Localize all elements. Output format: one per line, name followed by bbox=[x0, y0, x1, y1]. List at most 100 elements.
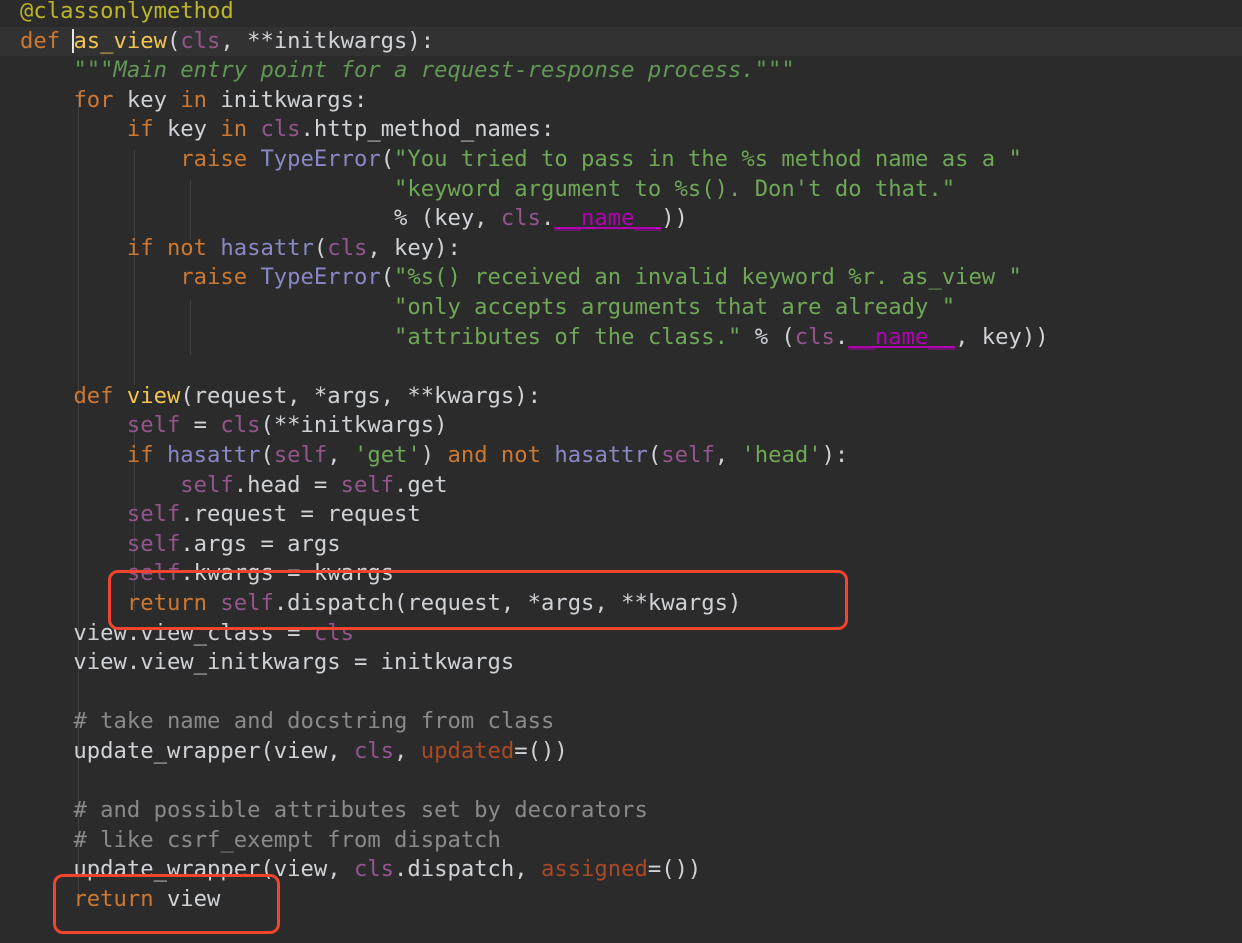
code-token: , key): bbox=[367, 234, 461, 261]
code-line: # take name and docstring from class bbox=[20, 707, 554, 737]
code-token: , bbox=[394, 738, 421, 764]
code-token: # and possible attributes set by decorat… bbox=[73, 797, 648, 824]
code-token: =()) bbox=[647, 856, 702, 883]
code-token: 'get' bbox=[353, 442, 421, 468]
code-token: and not bbox=[447, 442, 555, 468]
code-token: self bbox=[661, 442, 715, 468]
code-token: ( bbox=[313, 234, 328, 261]
annotation-box-return-view bbox=[53, 874, 280, 934]
code-line: update_wrapper(view, cls, updated=()) bbox=[20, 737, 568, 767]
code-token: raise bbox=[180, 264, 261, 291]
code-line: def view(request, *args, **kwargs): bbox=[20, 382, 541, 412]
code-token: __name__ bbox=[848, 323, 956, 350]
code-line: "only accepts arguments that are already… bbox=[20, 293, 955, 323]
code-token: if bbox=[126, 116, 167, 143]
code-line: """Main entry point for a request-respon… bbox=[20, 56, 794, 86]
code-token: def bbox=[20, 27, 74, 54]
code-token: "%s() received an invalid keyword %r. as… bbox=[394, 264, 1022, 291]
code-line: self = cls(**initkwargs) bbox=[20, 411, 448, 441]
code-token: .head = bbox=[233, 471, 341, 498]
code-token: self bbox=[273, 442, 328, 468]
code-line: if hasattr(self, 'get') and not hasattr(… bbox=[20, 441, 848, 471]
code-token: .get bbox=[394, 471, 448, 498]
code-token: cls bbox=[220, 412, 261, 439]
code-token: . bbox=[834, 323, 849, 350]
code-token: def bbox=[73, 382, 127, 409]
code-token: (request, *args, **kwargs): bbox=[180, 382, 541, 409]
code-token: "You tried to pass in the %s method name… bbox=[394, 146, 1022, 172]
code-token: "keyword argument to %s(). Don't do that… bbox=[394, 175, 956, 202]
code-token: =()) bbox=[514, 738, 568, 764]
code-line: # like csrf_exempt from dispatch bbox=[20, 826, 500, 856]
code-token: # take name and docstring from class bbox=[73, 708, 555, 735]
code-line: raise TypeError("%s() received an invali… bbox=[20, 263, 1022, 293]
code-token: __name__ bbox=[554, 205, 662, 232]
code-token: view.view_initkwargs = initkwargs bbox=[20, 649, 515, 676]
code-token: ( bbox=[260, 442, 274, 468]
code-token: cls bbox=[327, 234, 368, 261]
code-token: ): bbox=[821, 442, 849, 468]
code-line: view.view_initkwargs = initkwargs bbox=[20, 648, 514, 678]
code-token: @classonlymethod bbox=[20, 0, 234, 24]
code-token: hasattr bbox=[166, 442, 261, 468]
code-token: % ( bbox=[741, 323, 795, 350]
code-token: ( bbox=[380, 146, 395, 172]
code-token: self bbox=[126, 530, 181, 557]
code-token: .args = args bbox=[180, 530, 341, 557]
code-line: # and possible attributes set by decorat… bbox=[20, 796, 648, 826]
code-token: hasattr bbox=[220, 234, 314, 261]
code-token: in bbox=[220, 116, 261, 143]
code-token: as_view bbox=[73, 27, 167, 54]
code-line: if key in cls.http_method_names: bbox=[20, 115, 554, 145]
code-token: .http_method_names: bbox=[300, 116, 555, 143]
code-token: , bbox=[327, 442, 354, 468]
code-token: . bbox=[540, 205, 555, 232]
code-token: 'head' bbox=[741, 442, 822, 468]
code-token: self bbox=[180, 471, 234, 498]
code-token: initkwargs: bbox=[220, 86, 368, 113]
code-token: view bbox=[126, 382, 181, 409]
code-token: .dispatch, bbox=[394, 856, 541, 883]
code-token: cls bbox=[500, 205, 541, 232]
code-token: cls bbox=[794, 323, 835, 350]
code-token: , key)) bbox=[955, 323, 1049, 350]
code-line: if not hasattr(cls, key): bbox=[20, 234, 461, 264]
code-token: hasattr bbox=[554, 442, 648, 468]
code-token: cls bbox=[353, 738, 395, 764]
code-token: updated bbox=[420, 738, 515, 764]
code-line: "keyword argument to %s(). Don't do that… bbox=[20, 175, 955, 205]
code-token: key bbox=[166, 116, 221, 143]
code-token: , bbox=[714, 442, 742, 468]
code-line: self.request = request bbox=[20, 500, 421, 530]
code-line: self.args = args bbox=[20, 530, 341, 560]
code-token: ( bbox=[647, 442, 662, 468]
code-token: cls bbox=[353, 856, 395, 883]
code-token: , **initkwargs): bbox=[220, 27, 435, 54]
code-editor[interactable]: @classonlymethod def as_view(cls, **initk… bbox=[0, 0, 1242, 943]
code-token: if not bbox=[126, 234, 221, 261]
code-token: raise bbox=[180, 146, 261, 172]
code-token: TypeError bbox=[260, 264, 381, 291]
code-line: % (key, cls.__name__)) bbox=[20, 204, 688, 234]
code-token: key bbox=[126, 86, 181, 113]
code-token: ) bbox=[420, 442, 448, 468]
code-token: cls bbox=[180, 27, 221, 54]
code-token: "only accepts arguments that are already… bbox=[394, 294, 956, 320]
code-token: % (key, bbox=[20, 205, 501, 232]
